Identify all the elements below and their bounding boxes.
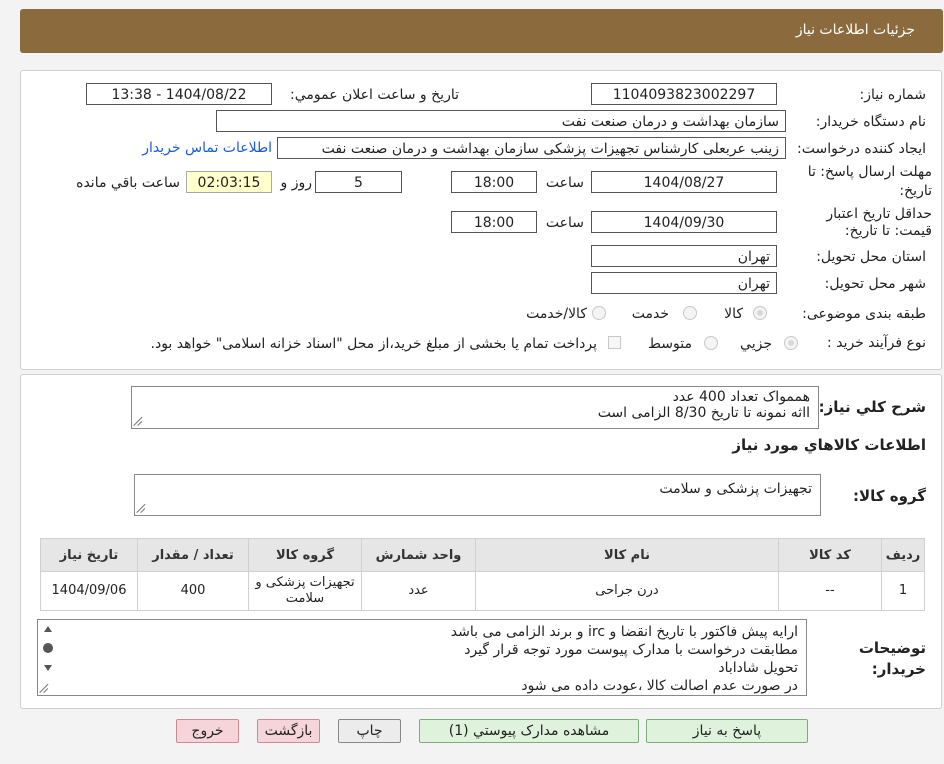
buyer-note-line: تحویل شاداباد xyxy=(718,660,798,676)
city-field: تهران xyxy=(591,272,777,294)
description-line: هممواک تعداد 400 عدد xyxy=(672,389,810,405)
reply-button[interactable]: پاسخ به نیاز xyxy=(646,719,808,743)
treasury-checkbox[interactable] xyxy=(608,336,621,349)
col-date: تاریخ نیاز xyxy=(40,538,138,572)
exit-button[interactable]: خروج xyxy=(176,719,239,743)
treasury-note: پرداخت تمام یا بخشی از مبلغ خرید،از محل … xyxy=(150,336,597,352)
days-field: 5 xyxy=(315,171,402,193)
cell-quantity: 400 xyxy=(137,571,249,611)
validity-date-field: 1404/09/30 xyxy=(591,211,777,233)
need-number-label: شماره نیاز: xyxy=(859,87,927,103)
cell-unit: عدد xyxy=(361,571,476,611)
buyer-notes-textarea[interactable]: ارایه پیش فاکتور با تاریخ انقضا و irc و … xyxy=(37,619,807,696)
notes-scrollbar[interactable] xyxy=(41,623,55,673)
buyer-note-line: ارایه پیش فاکتور با تاریخ انقضا و irc و … xyxy=(450,624,798,640)
purchase-option-partial: جزیي xyxy=(740,336,772,352)
announce-label: تاریخ و ساعت اعلان عمومي: xyxy=(290,87,459,103)
category-option-goods: کالا xyxy=(724,306,743,322)
requester-field: زینب عربعلی کارشناس تجهیزات پزشکی سازمان… xyxy=(277,137,786,159)
goods-table-header: ردیف کد کالا نام کالا واحد شمارش گروه کا… xyxy=(40,538,925,572)
page-header: جزئیات اطلاعات نیاز xyxy=(20,9,943,53)
col-unit: واحد شمارش xyxy=(361,538,476,572)
purchase-radio-partial[interactable] xyxy=(784,336,798,350)
remaining-time-field: 02:03:15 xyxy=(186,171,272,193)
cell-name: درن جراحی xyxy=(475,571,779,611)
reply-date-field: 1404/08/27 xyxy=(591,171,777,193)
buyer-notes-label: توضیحات خريدار: xyxy=(858,639,926,678)
attachments-button[interactable]: مشاهده مدارک پیوستي (1) xyxy=(419,719,639,743)
buyer-org-field: سازمان بهداشت و درمان صنعت نفت xyxy=(216,110,786,132)
resize-grip-icon[interactable] xyxy=(40,684,49,693)
back-button[interactable]: بازگشت xyxy=(257,719,320,743)
table-row: 1 -- درن جراحی عدد تجهیزات پزشکی و سلامت… xyxy=(40,571,925,611)
scrollbar-arrows-icon xyxy=(43,626,53,671)
description-label: شرح کلي نیاز: xyxy=(818,398,926,416)
resize-grip-icon[interactable] xyxy=(137,504,146,513)
days-label: روز و xyxy=(280,175,313,191)
validity-time-field: 18:00 xyxy=(451,211,537,233)
purchase-type-label: نوع فرآیند خرید : xyxy=(827,335,926,351)
goods-group-textarea[interactable]: تجهیزات پزشکی و سلامت xyxy=(134,474,821,516)
col-row: ردیف xyxy=(881,538,925,572)
province-field: تهران xyxy=(591,245,777,267)
reply-time-label: ساعت xyxy=(545,175,584,191)
description-textarea[interactable]: هممواک تعداد 400 عدد ااثه نمونه تا تاریخ… xyxy=(131,386,819,429)
buyer-note-line: در صورت عدم اصالت کالا ،عودت داده می شود xyxy=(521,678,798,694)
col-quantity: تعداد / مقدار xyxy=(137,538,249,572)
remaining-label: ساعت باقي مانده xyxy=(76,175,180,191)
cell-date: 1404/09/06 xyxy=(40,571,138,611)
purchase-radio-medium[interactable] xyxy=(704,336,718,350)
category-option-goods-service: کالا/خدمت xyxy=(526,306,587,322)
city-label: شهر محل تحویل: xyxy=(824,276,926,292)
province-label: استان محل تحویل: xyxy=(816,249,926,265)
price-validity-label: حداقل تاریخ اعتبار قیمت: تا تاریخ: xyxy=(826,206,932,239)
category-radio-service[interactable] xyxy=(683,306,697,320)
category-radio-goods[interactable] xyxy=(753,306,767,320)
col-code: کد کالا xyxy=(778,538,882,572)
validity-time-label: ساعت xyxy=(545,215,584,231)
cell-row: 1 xyxy=(881,571,925,611)
reply-time-field: 18:00 xyxy=(451,171,537,193)
page-title: جزئیات اطلاعات نیاز xyxy=(795,22,915,38)
category-label: طبقه بندی موضوعی: xyxy=(802,306,926,322)
cell-code: -- xyxy=(778,571,882,611)
goods-group-value: تجهیزات پزشکی و سلامت xyxy=(659,481,812,497)
cell-group: تجهیزات پزشکی و سلامت xyxy=(248,571,362,611)
description-line: ااثه نمونه تا تاریخ 8/30 الزامی است xyxy=(597,405,810,421)
buyer-org-label: نام دستگاه خريدار: xyxy=(815,114,926,130)
col-name: نام کالا xyxy=(475,538,779,572)
resize-grip-icon[interactable] xyxy=(134,417,143,426)
category-radio-goods-service[interactable] xyxy=(592,306,606,320)
announce-field: 1404/08/22 - 13:38 xyxy=(86,83,272,105)
purchase-option-medium: متوسط xyxy=(648,336,692,352)
col-group: گروه کالا xyxy=(248,538,362,572)
requester-label: ایجاد کننده درخواست: xyxy=(797,141,926,157)
need-number-field: 1104093823002297 xyxy=(591,83,777,105)
buyer-note-line: مطابقت درخواست با مدارک پیوست مورد توجه … xyxy=(464,642,798,658)
goods-info-title: اطلاعات کالاهاي مورد نیاز xyxy=(732,436,926,454)
buyer-contact-link[interactable]: اطلاعات تماس خريدار xyxy=(142,140,272,156)
goods-group-label: گروه کالا: xyxy=(853,487,926,505)
print-button[interactable]: چاپ xyxy=(338,719,401,743)
reply-deadline-label: مهلت ارسال پاسخ: تا تاریخ: xyxy=(807,164,932,199)
category-option-service: خدمت xyxy=(631,306,669,322)
goods-table: ردیف کد کالا نام کالا واحد شمارش گروه کا… xyxy=(40,538,925,611)
